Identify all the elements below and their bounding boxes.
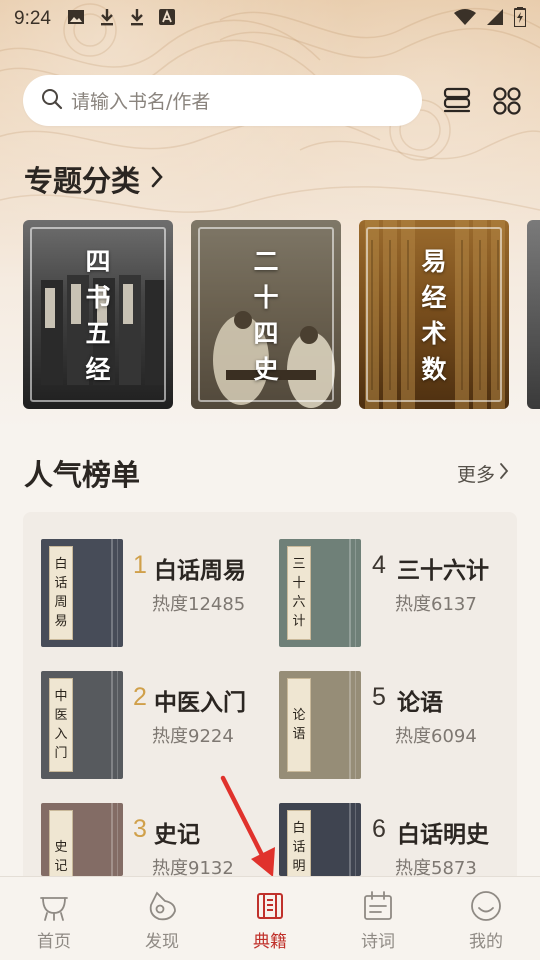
bottom-tab-bar: 首页 发现 典籍 诗词 我的 xyxy=(0,876,540,960)
book-heat: 热度12485 xyxy=(152,594,246,615)
book-cover-title: 白话周易 xyxy=(54,557,68,629)
book-spine xyxy=(355,671,356,779)
topic-card-label: 易经术数 xyxy=(421,247,447,384)
tab-label: 诗词 xyxy=(361,932,395,952)
book-spine xyxy=(117,803,118,876)
rank-number: 5 xyxy=(372,683,386,711)
tab-discover[interactable]: 发现 xyxy=(108,877,216,960)
tab-classics[interactable]: 典籍 xyxy=(216,877,324,960)
book-cover[interactable]: 三十六计 xyxy=(279,539,361,647)
tab-label: 发现 xyxy=(145,932,179,952)
topic-card-ershisi-shi[interactable]: 二十四史 xyxy=(191,220,341,409)
book-spine xyxy=(117,539,118,647)
book-spine xyxy=(355,803,356,876)
more-label: 更多 xyxy=(457,464,496,486)
status-bar: 9:24 xyxy=(0,0,540,38)
search-bar[interactable]: 请输入书名/作者 xyxy=(23,75,422,126)
book-cover[interactable]: 中医入门 xyxy=(41,671,123,779)
book-cover[interactable]: 白话周易 xyxy=(41,539,123,647)
tab-poetry[interactable]: 诗词 xyxy=(324,877,432,960)
book-heat: 热度6137 xyxy=(395,594,477,615)
bookshelf-list-icon[interactable] xyxy=(442,86,472,116)
classics-book-icon xyxy=(257,893,283,919)
book-spine xyxy=(349,539,351,647)
book-heat: 热度9224 xyxy=(152,726,234,747)
book-spine xyxy=(349,803,351,876)
status-time: 9:24 xyxy=(14,8,51,29)
book-title[interactable]: 中医入门 xyxy=(154,683,246,717)
topic-card-label: 二十四史 xyxy=(253,247,279,384)
smiley-profile-icon xyxy=(471,891,501,921)
book-cover-title: 中医入门 xyxy=(54,689,68,761)
book-cover-title: 论语 xyxy=(292,708,306,742)
book-title[interactable]: 史记 xyxy=(154,815,200,849)
book-spine xyxy=(111,539,113,647)
tab-label: 首页 xyxy=(37,932,71,952)
book-cover-label: 论语 xyxy=(287,678,311,772)
book-title[interactable]: 论语 xyxy=(397,683,443,717)
search-placeholder: 请输入书名/作者 xyxy=(71,91,211,113)
topics-section-title[interactable]: 专题分类 xyxy=(24,158,164,200)
rank-number: 4 xyxy=(372,551,386,579)
search-icon xyxy=(41,88,63,114)
download-icon xyxy=(99,8,115,31)
tab-label: 典籍 xyxy=(253,932,287,952)
book-cover-label: 三十六计 xyxy=(287,546,311,640)
book-spine xyxy=(111,803,113,876)
book-cover-title: 三十六计 xyxy=(292,557,306,629)
red-arrow-annotation xyxy=(220,775,275,877)
topics-title-text: 专题分类 xyxy=(24,164,141,198)
topic-card-label: 四书五经 xyxy=(85,247,111,384)
book-cover[interactable]: 论语 xyxy=(279,671,361,779)
book-spine xyxy=(355,539,356,647)
book-cover-label: 中医入门 xyxy=(49,678,73,772)
book-spine xyxy=(349,671,351,779)
download-icon xyxy=(129,8,145,31)
book-spine xyxy=(111,671,113,779)
book-cover-title: 史记 xyxy=(54,840,68,874)
image-notification-icon xyxy=(67,9,85,30)
tab-label: 我的 xyxy=(469,932,503,952)
ranking-title: 人气榜单 xyxy=(24,458,141,492)
topic-card-yijing-shushu[interactable]: 易经术数 xyxy=(359,220,509,409)
calendar-poetry-icon xyxy=(364,891,392,920)
tab-profile[interactable]: 我的 xyxy=(432,877,540,960)
book-title[interactable]: 三十六计 xyxy=(397,551,489,585)
home-pot-icon xyxy=(40,897,68,921)
book-heat: 热度6094 xyxy=(395,726,477,747)
chevron-right-icon xyxy=(499,462,509,485)
book-cover[interactable]: 史记 xyxy=(41,803,123,904)
rank-number: 3 xyxy=(133,815,147,843)
book-cover-label: 白话周易 xyxy=(49,546,73,640)
battery-charging-icon xyxy=(513,6,527,32)
topic-card-partial[interactable] xyxy=(527,220,540,409)
signal-icon xyxy=(486,8,504,31)
book-spine xyxy=(117,671,118,779)
more-link[interactable]: 更多 xyxy=(457,460,509,487)
chevron-right-icon xyxy=(150,162,164,196)
discover-icon xyxy=(149,891,176,921)
book-title[interactable]: 白话周易 xyxy=(154,551,246,585)
tab-home[interactable]: 首页 xyxy=(0,877,108,960)
rank-number: 1 xyxy=(133,551,147,579)
book-cover[interactable]: 白话明史 xyxy=(279,803,361,904)
wifi-icon xyxy=(454,8,476,31)
rank-number: 6 xyxy=(372,815,386,843)
category-grid-icon[interactable] xyxy=(492,86,522,116)
app-a-icon xyxy=(158,8,175,30)
topic-card-sishu-wujing[interactable]: 四书五经 xyxy=(23,220,173,409)
book-title[interactable]: 白话明史 xyxy=(397,815,489,849)
rank-number: 2 xyxy=(133,683,147,711)
